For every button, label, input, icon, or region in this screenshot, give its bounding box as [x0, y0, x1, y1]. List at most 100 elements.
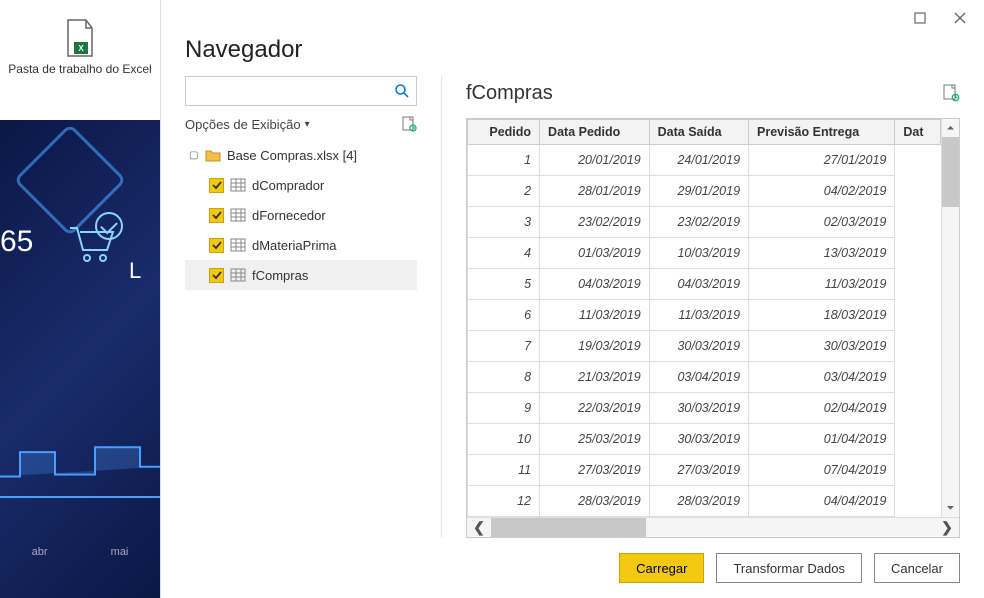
- refresh-icon[interactable]: [401, 116, 417, 132]
- table-cell: 04/04/2019: [749, 486, 895, 517]
- table-row[interactable]: 922/03/201930/03/201902/04/2019: [468, 393, 941, 424]
- column-header[interactable]: Pedido: [468, 120, 540, 145]
- table-cell: 01/03/2019: [540, 238, 650, 269]
- scroll-up-arrow[interactable]: ⏶: [942, 119, 959, 137]
- checkbox-checked-icon[interactable]: [209, 178, 224, 193]
- table-row[interactable]: 401/03/201910/03/201913/03/2019: [468, 238, 941, 269]
- table-row[interactable]: 120/01/201924/01/201927/01/2019: [468, 145, 941, 176]
- table-cell: 3: [468, 207, 540, 238]
- transform-data-button[interactable]: Transformar Dados: [716, 553, 862, 583]
- table-cell: 24/01/2019: [649, 145, 748, 176]
- table-cell: 03/04/2019: [649, 362, 748, 393]
- column-header[interactable]: Dat: [895, 120, 941, 145]
- load-button[interactable]: Carregar: [619, 553, 704, 583]
- table-cell: 9: [468, 393, 540, 424]
- folder-icon: [205, 148, 221, 162]
- dialog-footer: Carregar Transformar Dados Cancelar: [161, 538, 984, 598]
- tree-root-label: Base Compras.xlsx [4]: [227, 148, 357, 163]
- preview-table-container: PedidoData PedidoData SaídaPrevisão Entr…: [466, 118, 960, 538]
- display-options-dropdown[interactable]: Opções de Exibição ▾: [185, 117, 310, 132]
- caret-down-icon: ▢: [189, 150, 199, 161]
- table-cell: 10: [468, 424, 540, 455]
- horizontal-scrollbar[interactable]: ❮ ❯: [467, 517, 959, 537]
- table-cell: 03/04/2019: [749, 362, 895, 393]
- table-row[interactable]: 611/03/201911/03/201918/03/2019: [468, 300, 941, 331]
- table-cell: 6: [468, 300, 540, 331]
- tree-root[interactable]: ▢ Base Compras.xlsx [4]: [185, 140, 417, 170]
- tree-item-dComprador[interactable]: dComprador: [185, 170, 417, 200]
- search-box: [185, 76, 417, 106]
- table-cell: 12: [468, 486, 540, 517]
- maximize-button[interactable]: [904, 4, 936, 32]
- scroll-left-arrow[interactable]: ❮: [467, 518, 491, 537]
- table-cell: 20/01/2019: [540, 145, 650, 176]
- scroll-right-arrow[interactable]: ❯: [935, 518, 959, 537]
- table-cell: 30/03/2019: [649, 424, 748, 455]
- chevron-down-icon: ▾: [305, 119, 310, 130]
- navigator-tree-panel: Opções de Exibição ▾ ▢ Base Compras.xlsx…: [185, 76, 417, 538]
- column-header[interactable]: Previsão Entrega: [749, 120, 895, 145]
- table-row[interactable]: 1228/03/201928/03/201904/04/2019: [468, 486, 941, 517]
- table-cell: 29/01/2019: [649, 176, 748, 207]
- table-row[interactable]: 504/03/201904/03/201911/03/2019: [468, 269, 941, 300]
- search-icon[interactable]: [388, 83, 416, 99]
- table-cell: 23/02/2019: [540, 207, 650, 238]
- table-cell: 04/02/2019: [749, 176, 895, 207]
- checkbox-checked-icon[interactable]: [209, 208, 224, 223]
- search-input[interactable]: [186, 77, 388, 105]
- table-cell: 02/04/2019: [749, 393, 895, 424]
- vertical-scrollbar[interactable]: ⏶ ⏷: [941, 119, 959, 517]
- table-cell: 11: [468, 455, 540, 486]
- table-row[interactable]: 719/03/201930/03/201930/03/2019: [468, 331, 941, 362]
- table-cell: 30/03/2019: [649, 331, 748, 362]
- table-cell: 30/03/2019: [749, 331, 895, 362]
- background-months: abr mai: [0, 546, 160, 558]
- background-dashboard: 65 L abr mai: [0, 120, 160, 598]
- table-row[interactable]: 821/03/201903/04/201903/04/2019: [468, 362, 941, 393]
- table-cell: 22/03/2019: [540, 393, 650, 424]
- cancel-button[interactable]: Cancelar: [874, 553, 960, 583]
- column-header[interactable]: Data Saída: [649, 120, 748, 145]
- dialog-titlebar: [161, 0, 984, 36]
- ribbon-excel-button[interactable]: X Pasta de trabalho do Excel: [0, 0, 160, 120]
- scroll-down-arrow[interactable]: ⏷: [942, 499, 959, 517]
- table-cell: 27/01/2019: [749, 145, 895, 176]
- table-cell: 07/04/2019: [749, 455, 895, 486]
- tree-item-label: dComprador: [252, 178, 324, 193]
- close-button[interactable]: [944, 4, 976, 32]
- table-row[interactable]: 1127/03/201927/03/201907/04/2019: [468, 455, 941, 486]
- excel-workbook-icon: X: [64, 18, 96, 58]
- checkbox-checked-icon[interactable]: [209, 268, 224, 283]
- checkbox-checked-icon[interactable]: [209, 238, 224, 253]
- table-cell: 4: [468, 238, 540, 269]
- tree-item-label: dMateriaPrima: [252, 238, 337, 253]
- table-cell: 13/03/2019: [749, 238, 895, 269]
- tree-item-label: dFornecedor: [252, 208, 326, 223]
- dialog-title: Navegador: [185, 36, 960, 64]
- table-cell: 28/03/2019: [649, 486, 748, 517]
- preview-refresh-icon[interactable]: [942, 84, 960, 102]
- table-cell: 25/03/2019: [540, 424, 650, 455]
- tree-item-dFornecedor[interactable]: dFornecedor: [185, 200, 417, 230]
- table-cell: 28/01/2019: [540, 176, 650, 207]
- table-cell: 04/03/2019: [540, 269, 650, 300]
- table-cell: 11/03/2019: [540, 300, 650, 331]
- background-letter: L: [129, 258, 141, 284]
- tree-item-dMateriaPrima[interactable]: dMateriaPrima: [185, 230, 417, 260]
- preview-title: fCompras: [466, 82, 553, 105]
- table-cell: 23/02/2019: [649, 207, 748, 238]
- column-header[interactable]: Data Pedido: [540, 120, 650, 145]
- table-cell: 04/03/2019: [649, 269, 748, 300]
- tree-item-fCompras[interactable]: fCompras: [185, 260, 417, 290]
- table-icon: [230, 268, 246, 282]
- table-cell: 11/03/2019: [749, 269, 895, 300]
- svg-text:X: X: [78, 44, 84, 53]
- ribbon-excel-label: Pasta de trabalho do Excel: [8, 62, 151, 78]
- table-row[interactable]: 323/02/201923/02/201902/03/2019: [468, 207, 941, 238]
- table-cell: 30/03/2019: [649, 393, 748, 424]
- background-number: 65: [0, 225, 33, 259]
- table-row[interactable]: 1025/03/201930/03/201901/04/2019: [468, 424, 941, 455]
- tree-item-label: fCompras: [252, 268, 308, 283]
- table-row[interactable]: 228/01/201929/01/201904/02/2019: [468, 176, 941, 207]
- table-icon: [230, 178, 246, 192]
